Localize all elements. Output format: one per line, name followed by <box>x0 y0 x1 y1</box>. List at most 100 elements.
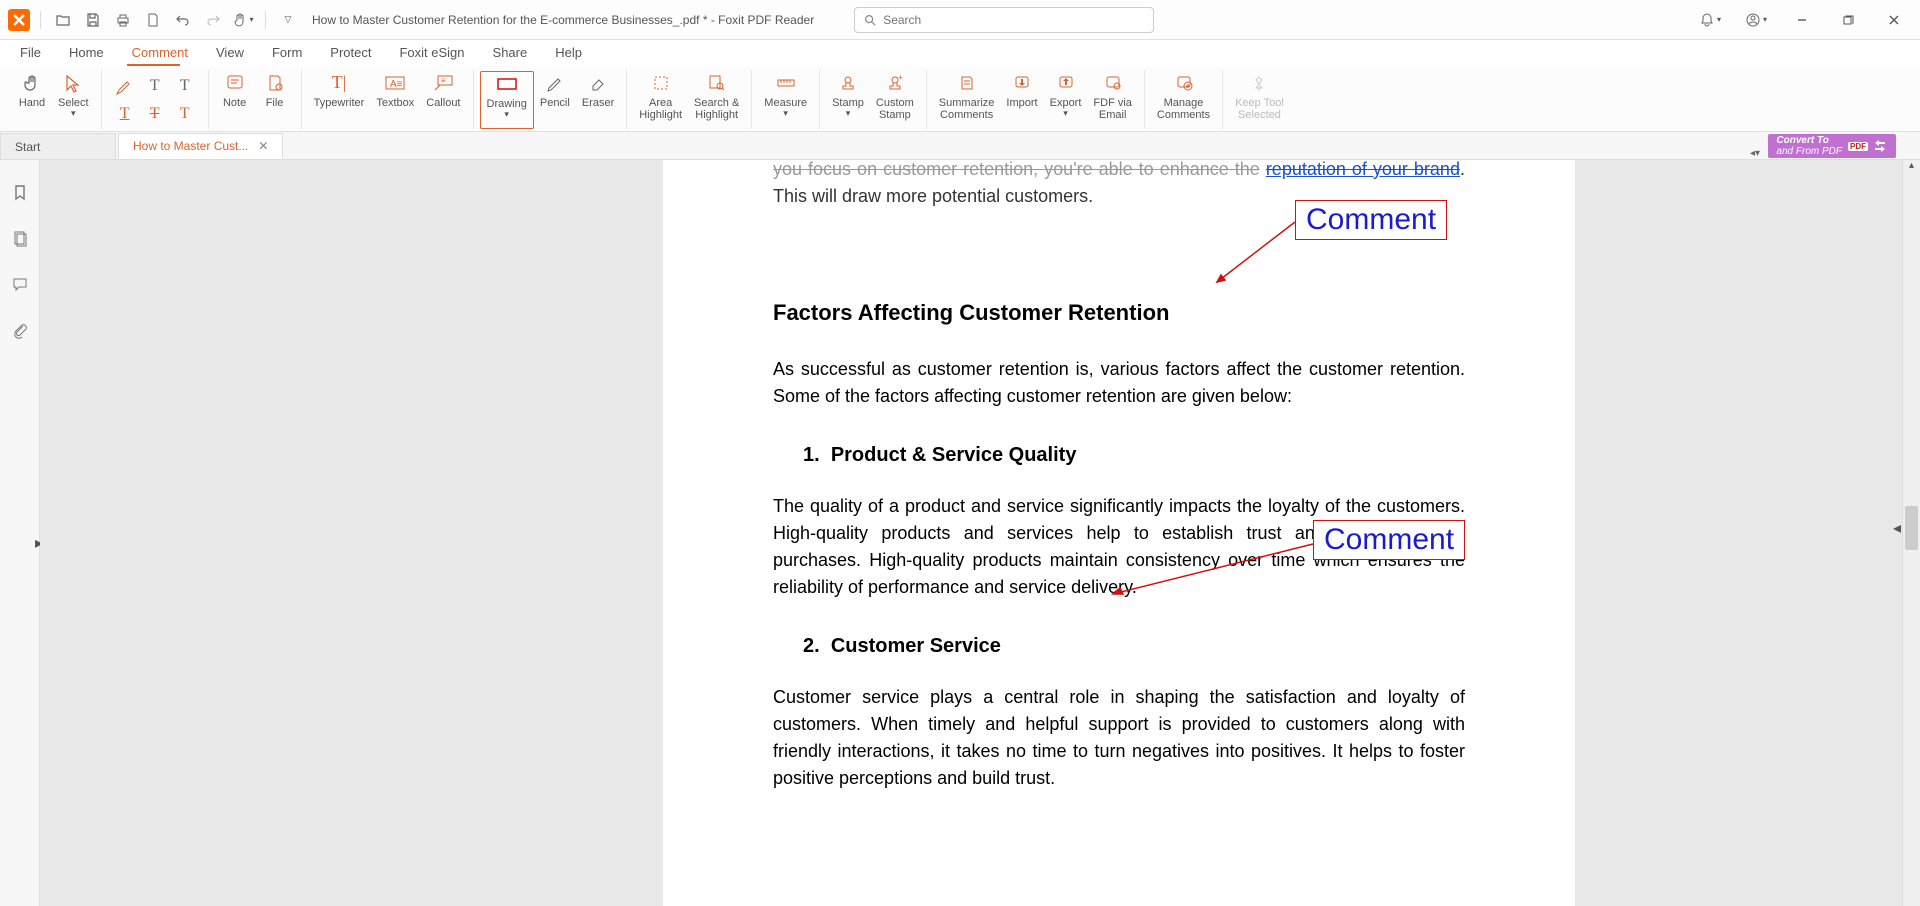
redo-icon[interactable] <box>201 8 225 32</box>
intro-paragraph: As successful as customer retention is, … <box>773 356 1465 410</box>
select-button[interactable]: Select▾ <box>52 71 95 129</box>
stamp-button[interactable]: Stamp▾ <box>826 71 870 129</box>
import-button[interactable]: Import <box>1000 71 1043 129</box>
text-t2-button[interactable]: T <box>172 73 198 99</box>
app-icon[interactable] <box>8 9 30 31</box>
bookmark-icon[interactable] <box>8 180 32 204</box>
comment-arrow-1 <box>1211 218 1301 288</box>
scroll-up-icon[interactable]: ▴ <box>1903 160 1920 176</box>
pin-icon <box>1250 73 1268 93</box>
close-tab-icon[interactable]: ✕ <box>258 139 268 153</box>
close-button[interactable] <box>1876 6 1912 34</box>
menubar: File Home Comment View Form Protect Foxi… <box>0 40 1920 64</box>
titlebar: ▾ ▽ How to Master Customer Retention for… <box>0 0 1920 40</box>
menu-comment[interactable]: Comment <box>118 42 202 63</box>
eraser-button[interactable]: Eraser <box>576 71 620 129</box>
comment-annotation-1[interactable]: Comment <box>1295 200 1447 240</box>
document-area[interactable]: you focus on customer retention, you're … <box>40 160 1902 906</box>
search-input[interactable] <box>883 13 1145 27</box>
hand-button[interactable]: Hand <box>12 71 52 129</box>
underline-button[interactable]: T <box>112 101 138 127</box>
scroll-thumb[interactable] <box>1905 506 1918 550</box>
underline-icon: T <box>120 105 130 123</box>
typewriter-icon: T| <box>332 73 347 93</box>
collapse-right-panel[interactable]: ◂ <box>1892 518 1902 538</box>
comment-annotation-2[interactable]: Comment <box>1313 520 1465 560</box>
menu-foxit-esign[interactable]: Foxit eSign <box>385 42 478 63</box>
hand-icon <box>22 73 42 93</box>
search-highlight-icon <box>708 73 726 93</box>
callout-icon: ≡ <box>432 73 454 93</box>
note-button[interactable]: Note <box>215 71 255 129</box>
area-highlight-button[interactable]: Area Highlight <box>633 71 688 129</box>
pencil-button[interactable]: Pencil <box>534 71 576 129</box>
custom-stamp-button[interactable]: + Custom Stamp <box>870 71 920 129</box>
highlight-button[interactable] <box>112 73 138 99</box>
svg-text:≡: ≡ <box>441 76 446 85</box>
restore-button[interactable] <box>1830 6 1866 34</box>
account-icon[interactable]: ▾ <box>1738 6 1774 34</box>
menu-share[interactable]: Share <box>479 42 542 63</box>
tabs-scroll-icon[interactable]: ◂▾ <box>1750 148 1760 159</box>
undo-icon[interactable] <box>171 8 195 32</box>
drawing-button[interactable]: Drawing▾ <box>480 71 534 129</box>
qat-dropdown-icon[interactable]: ▽ <box>276 8 300 32</box>
search-icon <box>863 13 877 27</box>
manage-comments-button[interactable]: Manage Comments <box>1151 71 1216 129</box>
quick-access-toolbar: ▾ ▽ <box>8 8 300 32</box>
workspace: ▸ you focus on customer retention, you'r… <box>0 160 1920 906</box>
squiggly-button[interactable]: T <box>172 101 198 127</box>
measure-button[interactable]: Measure▾ <box>758 71 813 129</box>
fdf-email-button[interactable]: FDF via Email <box>1087 71 1138 129</box>
save-icon[interactable] <box>81 8 105 32</box>
hand-qat-icon[interactable]: ▾ <box>231 8 255 32</box>
area-highlight-icon <box>652 73 670 93</box>
manage-icon <box>1175 73 1193 93</box>
ribbon: Hand Select▾ T T T T T Note File <box>0 66 1920 132</box>
document-title: How to Master Customer Retention for the… <box>312 13 814 27</box>
print-icon[interactable] <box>111 8 135 32</box>
callout-button[interactable]: ≡ Callout <box>420 71 466 129</box>
file-attach-button[interactable]: File <box>255 71 295 129</box>
comments-panel-icon[interactable] <box>8 272 32 296</box>
text-icon: T <box>180 77 190 95</box>
attachments-icon[interactable] <box>8 318 32 342</box>
global-search[interactable] <box>854 7 1154 33</box>
menu-form[interactable]: Form <box>258 42 316 63</box>
tab-document[interactable]: How to Master Cust... ✕ <box>118 133 283 159</box>
rectangle-icon <box>495 74 519 94</box>
menu-view[interactable]: View <box>202 42 258 63</box>
menu-home[interactable]: Home <box>55 42 118 63</box>
heading-product-quality: 1. Product & Service Quality <box>803 444 1465 467</box>
export-icon <box>1057 73 1075 93</box>
page-icon[interactable] <box>141 8 165 32</box>
textbox-icon: A≡ <box>384 73 406 93</box>
notifications-icon[interactable]: ▾ <box>1692 6 1728 34</box>
text-t1-button[interactable]: T <box>142 73 168 99</box>
stamp-icon <box>839 73 857 93</box>
search-highlight-button[interactable]: Search & Highlight <box>688 71 745 129</box>
note-icon <box>225 73 245 93</box>
menu-file[interactable]: File <box>6 42 55 63</box>
open-icon[interactable] <box>51 8 75 32</box>
pages-icon[interactable] <box>8 226 32 250</box>
minimize-button[interactable] <box>1784 6 1820 34</box>
customer-service-paragraph: Customer service plays a central role in… <box>773 684 1465 792</box>
keep-tool-selected-button[interactable]: Keep Tool Selected <box>1229 71 1290 129</box>
export-button[interactable]: Export▾ <box>1044 71 1088 129</box>
vertical-scrollbar[interactable]: ▴ <box>1902 160 1920 906</box>
eraser-icon <box>589 73 607 93</box>
menu-protect[interactable]: Protect <box>316 42 385 63</box>
pencil-icon <box>546 73 564 93</box>
strikeout-button[interactable]: T <box>142 101 168 127</box>
textbox-button[interactable]: A≡ Textbox <box>370 71 420 129</box>
import-icon <box>1013 73 1031 93</box>
select-icon <box>63 73 83 93</box>
summarize-comments-button[interactable]: Summarize Comments <box>933 71 1001 129</box>
text-icon: T <box>150 77 160 95</box>
typewriter-button[interactable]: T| Typewriter <box>308 71 371 129</box>
menu-help[interactable]: Help <box>541 42 596 63</box>
tab-start[interactable]: Start <box>0 133 116 159</box>
convert-ad-panel[interactable]: Convert Toand From PDF PDF <box>1768 134 1896 158</box>
document-tabs: Start How to Master Cust... ✕ ◂▾ Convert… <box>0 132 1920 160</box>
